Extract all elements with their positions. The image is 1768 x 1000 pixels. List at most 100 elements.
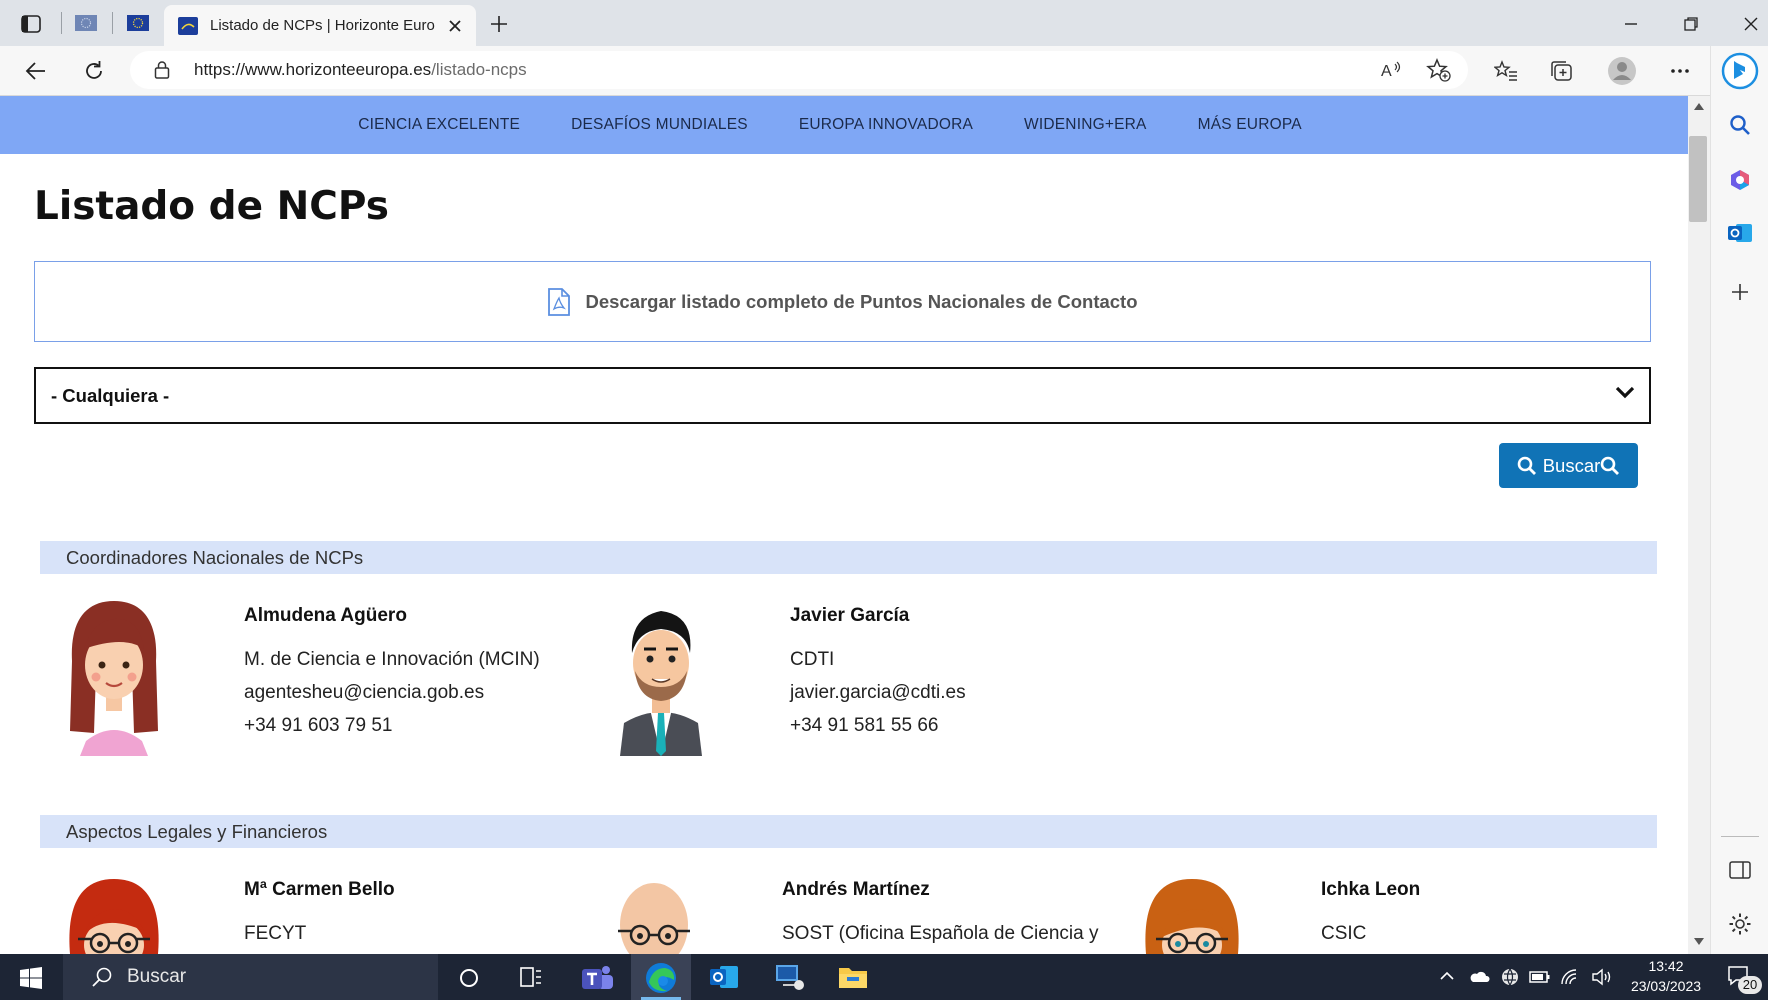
- new-tab-plus-icon[interactable]: [486, 12, 512, 36]
- taskbar-search-placeholder: Buscar: [127, 966, 187, 987]
- search-button-label: Buscar: [1542, 454, 1601, 476]
- bald-man-glasses-avatar: [612, 879, 696, 954]
- sidebar-search-icon[interactable]: [1729, 114, 1751, 136]
- search-icon-trailing: [1600, 456, 1620, 476]
- page-title: Listado de NCPs: [34, 184, 389, 229]
- nav-item-ciencia-excelente[interactable]: CIENCIA EXCELENTE: [358, 116, 520, 134]
- onedrive-cloud-icon[interactable]: [1468, 969, 1490, 983]
- browser-tab-bar: Listado de NCPs | Horizonte Euro: [0, 0, 1768, 46]
- network-globe-icon[interactable]: [1500, 967, 1520, 987]
- outlook-taskbar-icon[interactable]: [709, 963, 739, 991]
- reload-icon[interactable]: [78, 56, 110, 86]
- nav-item-widening-era[interactable]: WIDENING+ERA: [1024, 116, 1147, 134]
- profile-avatar[interactable]: [1604, 54, 1640, 88]
- man-beard-suit-avatar: [614, 601, 708, 756]
- bing-chat-icon[interactable]: [1721, 52, 1759, 90]
- contact-card: Almudena Agüero M. de Ciencia e Innovaci…: [244, 605, 584, 745]
- teams-icon[interactable]: [580, 964, 614, 992]
- notification-count-badge: 20: [1738, 976, 1762, 994]
- contact-organization: SOST (Oficina Española de Ciencia y: [782, 923, 1099, 944]
- outlook-icon[interactable]: [1727, 222, 1753, 244]
- download-ncp-list-link[interactable]: Descargar listado completo de Puntos Nac…: [34, 261, 1651, 342]
- woman-red-hair-glasses-avatar: [64, 879, 164, 954]
- tab-favicon-icon: [178, 16, 198, 35]
- windows-start-icon[interactable]: [20, 967, 42, 989]
- show-hidden-icons-chevron-up-icon[interactable]: [1439, 971, 1455, 981]
- contact-organization: FECYT: [244, 923, 307, 944]
- restore-window-icon[interactable]: [1676, 12, 1706, 36]
- task-view-icon[interactable]: [520, 967, 542, 987]
- active-tab-title: Listado de NCPs | Horizonte Euro: [210, 17, 435, 34]
- nav-item-desafios-mundiales[interactable]: DESAFÍOS MUNDIALES: [571, 116, 748, 134]
- contact-card: Mª Carmen Bello FECYT: [244, 879, 544, 949]
- windows-taskbar: Buscar 13:42 23/03/2023 20: [0, 954, 1768, 1000]
- scrollbar-thumb[interactable]: [1689, 136, 1707, 222]
- url-host: https://www.horizonteeuropa.es: [194, 60, 432, 79]
- add-favorite-star-icon[interactable]: [1426, 58, 1452, 82]
- cortana-circle-icon[interactable]: [459, 968, 479, 988]
- contact-email[interactable]: javier.garcia@cdti.es: [790, 682, 966, 704]
- contact-email[interactable]: agentesheu@ciencia.gob.es: [244, 682, 484, 704]
- contact-phone: +34 91 581 55 66: [790, 715, 939, 736]
- tab-actions-icon[interactable]: [18, 12, 44, 36]
- contact-phone: +34 91 603 79 51: [244, 715, 393, 736]
- wifi-icon[interactable]: [1560, 968, 1580, 986]
- office-icon[interactable]: [1728, 168, 1752, 192]
- address-bar[interactable]: https://www.horizonteeuropa.es/listado-n…: [130, 51, 1468, 89]
- remote-desktop-icon[interactable]: [775, 963, 805, 991]
- favorites-icon[interactable]: [1490, 56, 1522, 86]
- minimize-window-icon[interactable]: [1616, 12, 1646, 36]
- select-value: - Cualquiera -: [51, 384, 170, 406]
- tab-favicon-eu-icon[interactable]: [74, 14, 98, 32]
- section-title: Coordinadores Nacionales de NCPs: [66, 546, 364, 568]
- woman-brown-hair-avatar: [64, 601, 164, 756]
- contact-name: Ichka Leon: [1321, 879, 1421, 900]
- active-tab[interactable]: Listado de NCPs | Horizonte Euro: [164, 5, 476, 46]
- contact-organization: CSIC: [1321, 923, 1367, 944]
- tab-favicon-eu-flag-icon[interactable]: [126, 14, 150, 32]
- page-scrollbar[interactable]: [1688, 96, 1710, 954]
- collections-icon[interactable]: [1546, 56, 1578, 86]
- lock-icon[interactable]: [154, 60, 170, 80]
- contact-card: Javier García CDTI javier.garcia@cdti.es…: [790, 605, 1130, 745]
- url-text[interactable]: https://www.horizonteeuropa.es/listado-n…: [194, 60, 527, 80]
- settings-gear-icon[interactable]: [1728, 912, 1752, 936]
- web-page: CIENCIA EXCELENTE DESAFÍOS MUNDIALES EUR…: [0, 96, 1688, 954]
- download-label: Descargar listado completo de Puntos Nac…: [585, 290, 1138, 312]
- contact-name: Almudena Agüero: [244, 605, 407, 626]
- taskbar-date[interactable]: 23/03/2023: [1616, 978, 1716, 994]
- edge-browser-icon[interactable]: [645, 962, 677, 994]
- ncp-filter-select[interactable]: - Cualquiera -: [34, 367, 1651, 424]
- browser-toolbar: https://www.horizonteeuropa.es/listado-n…: [0, 46, 1768, 96]
- close-tab-icon[interactable]: [448, 19, 462, 33]
- scroll-down-arrow-icon[interactable]: [1694, 938, 1704, 946]
- contact-name: Andrés Martínez: [782, 879, 930, 900]
- section-header-coordinadores: Coordinadores Nacionales de NCPs: [40, 541, 1657, 574]
- read-aloud-icon[interactable]: A: [1380, 59, 1404, 81]
- search-icon: [1517, 456, 1537, 476]
- url-path: /listado-ncps: [431, 60, 527, 79]
- section-title: Aspectos Legales y Financieros: [66, 820, 328, 842]
- taskbar-time[interactable]: 13:42: [1616, 958, 1716, 974]
- edge-sidebar: [1710, 46, 1768, 954]
- contact-organization: M. de Ciencia e Innovación (MCIN): [244, 649, 540, 670]
- back-arrow-icon[interactable]: [20, 56, 52, 86]
- scroll-up-arrow-icon[interactable]: [1694, 102, 1704, 110]
- nav-item-mas-europa[interactable]: MÁS EUROPA: [1198, 116, 1302, 134]
- contact-card: Ichka Leon CSIC: [1321, 879, 1621, 949]
- main-navigation: CIENCIA EXCELENTE DESAFÍOS MUNDIALES EUR…: [0, 96, 1688, 154]
- search-button[interactable]: Buscar: [1499, 443, 1638, 488]
- battery-icon[interactable]: [1529, 969, 1551, 985]
- volume-speaker-icon[interactable]: [1591, 967, 1613, 987]
- contact-card: Andrés Martínez SOST (Oficina Española d…: [782, 879, 1122, 949]
- woman-auburn-hair-glasses-avatar: [1140, 879, 1244, 954]
- close-window-icon[interactable]: [1736, 12, 1766, 36]
- file-explorer-icon[interactable]: [838, 964, 868, 990]
- contact-organization: CDTI: [790, 649, 835, 670]
- sidebar-layout-icon[interactable]: [1729, 860, 1751, 880]
- nav-item-europa-innovadora[interactable]: EUROPA INNOVADORA: [799, 116, 973, 134]
- more-options-icon[interactable]: [1664, 56, 1696, 86]
- taskbar-search-box[interactable]: Buscar: [63, 954, 438, 1000]
- chevron-down-icon: [1615, 385, 1635, 399]
- add-sidebar-app-plus-icon[interactable]: [1730, 282, 1750, 302]
